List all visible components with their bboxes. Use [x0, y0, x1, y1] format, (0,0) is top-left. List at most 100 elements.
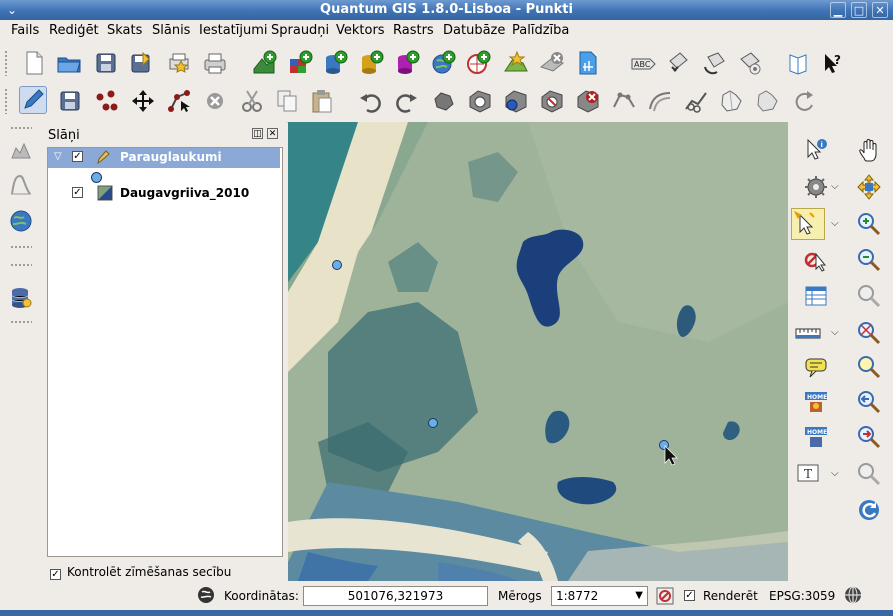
chevron-down-icon[interactable]: ⌵: [831, 327, 839, 338]
render-order-checkbox[interactable]: ✓: [50, 569, 61, 580]
undo-icon[interactable]: [357, 87, 385, 115]
print-icon[interactable]: [201, 49, 229, 77]
coordinates-field[interactable]: 501076,321973: [303, 586, 488, 606]
menu-iestatijumi[interactable]: Iestatījumi: [199, 23, 268, 38]
new-bookmark-icon[interactable]: HOME: [802, 388, 830, 416]
identify-icon[interactable]: i: [802, 136, 830, 164]
float-panel-icon[interactable]: ◫: [252, 128, 263, 139]
crs-globe-icon[interactable]: [843, 585, 863, 605]
delete-selected-icon[interactable]: [201, 87, 229, 115]
layer-visibility-checkbox[interactable]: ✓: [72, 151, 83, 162]
label-icon[interactable]: ABC: [629, 49, 657, 77]
menu-vektors[interactable]: Vektors: [336, 23, 385, 38]
text-annotation-icon[interactable]: T: [794, 460, 822, 488]
copy-features-icon[interactable]: [273, 87, 301, 115]
save-edits-icon[interactable]: [56, 87, 84, 115]
zoom-last-icon[interactable]: [855, 388, 883, 416]
layers-tree[interactable]: ▽ ✓ Parauglaukumi ✓ Daugavgriiva_2010: [47, 147, 283, 557]
crs-status[interactable]: EPSG:3059: [769, 589, 835, 603]
paste-features-icon[interactable]: [308, 87, 336, 115]
add-vector-layer-icon[interactable]: [250, 49, 278, 77]
database-icon[interactable]: [8, 285, 34, 311]
zoom-out-icon[interactable]: [855, 246, 883, 274]
layer-row[interactable]: ✓ Daugavgriiva_2010: [48, 184, 280, 204]
toolbar-grip[interactable]: [10, 263, 32, 267]
map-point[interactable]: [428, 418, 438, 428]
map-point[interactable]: [332, 260, 342, 270]
attribute-table-icon[interactable]: [802, 282, 830, 310]
menu-rastrs[interactable]: Rastrs: [393, 23, 434, 38]
zoom-to-layer-icon[interactable]: [855, 353, 883, 381]
redo-icon[interactable]: [392, 87, 420, 115]
toolbar-grip[interactable]: [4, 88, 8, 114]
rotate-point-symbols-icon[interactable]: [790, 87, 818, 115]
delete-part-icon[interactable]: [574, 87, 602, 115]
coordinate-toggle-icon[interactable]: [196, 585, 216, 605]
menu-slanis[interactable]: Slānis: [152, 23, 190, 38]
add-spatialite-layer-icon[interactable]: [357, 49, 385, 77]
new-print-composer-icon[interactable]: [165, 49, 193, 77]
offset-curve-icon[interactable]: [646, 87, 674, 115]
change-label-icon[interactable]: [736, 49, 764, 77]
maximize-icon[interactable]: □: [851, 2, 867, 18]
merge-features-icon[interactable]: [718, 87, 746, 115]
collapse-arrow-icon[interactable]: ▽: [54, 151, 62, 162]
menu-rediget[interactable]: Rediģēt: [49, 23, 99, 38]
toolbar-grip[interactable]: [4, 50, 8, 76]
open-project-icon[interactable]: [55, 49, 83, 77]
save-as-icon[interactable]: [127, 49, 155, 77]
cut-features-icon[interactable]: [238, 87, 266, 115]
actions-gear-icon[interactable]: [802, 173, 830, 201]
add-part-icon[interactable]: [502, 87, 530, 115]
rotate-label-icon[interactable]: [700, 49, 728, 77]
toolbar-grip[interactable]: [10, 126, 32, 130]
zoom-actual-icon[interactable]: [855, 460, 883, 488]
node-tool-icon[interactable]: [165, 87, 193, 115]
new-spatialite-layer-icon[interactable]: [574, 49, 602, 77]
add-ring-icon[interactable]: [466, 87, 494, 115]
help-book-icon[interactable]: [784, 49, 812, 77]
move-label-icon[interactable]: [664, 49, 692, 77]
select-features-icon[interactable]: [791, 208, 825, 240]
add-mssql-layer-icon[interactable]: [393, 49, 421, 77]
menu-spraudni[interactable]: Spraudņi: [271, 23, 329, 38]
save-project-icon[interactable]: [92, 49, 120, 77]
new-shapefile-icon[interactable]: [502, 49, 530, 77]
add-wms-layer-icon[interactable]: [429, 49, 457, 77]
whats-this-icon[interactable]: ?: [819, 49, 847, 77]
toolbar-grip[interactable]: [10, 320, 32, 324]
menu-fails[interactable]: Fails: [11, 23, 39, 38]
close-icon[interactable]: ✕: [872, 2, 888, 18]
add-postgis-layer-icon[interactable]: [321, 49, 349, 77]
show-bookmarks-icon[interactable]: HOME: [802, 423, 830, 451]
layer-row[interactable]: ▽ ✓ Parauglaukumi: [48, 148, 280, 168]
georeferencer-icon[interactable]: [8, 208, 34, 234]
pan-icon[interactable]: [855, 136, 883, 164]
minimize-icon[interactable]: ▁: [830, 2, 846, 18]
chevron-down-icon[interactable]: ⌵: [831, 218, 839, 229]
chevron-down-icon[interactable]: ⌵: [831, 468, 839, 479]
split-features-icon[interactable]: [682, 87, 710, 115]
toolbar-grip[interactable]: [10, 245, 32, 249]
coordinate-capture-icon[interactable]: [8, 138, 34, 164]
reshape-features-icon[interactable]: [610, 87, 638, 115]
menu-palidziba[interactable]: Palīdzība: [512, 23, 569, 38]
new-project-icon[interactable]: [20, 49, 48, 77]
render-checkbox[interactable]: ✓: [684, 590, 695, 601]
chevron-down-icon[interactable]: ⌵: [831, 181, 839, 192]
remove-layer-icon[interactable]: [538, 49, 566, 77]
zoom-full-icon[interactable]: [855, 319, 883, 347]
scale-combobox[interactable]: 1:8772 ▼: [551, 586, 648, 606]
add-raster-layer-icon[interactable]: [286, 49, 314, 77]
merge-attributes-icon[interactable]: [754, 87, 782, 115]
map-canvas[interactable]: [288, 122, 788, 581]
zoom-to-selection-icon[interactable]: [855, 282, 883, 310]
add-feature-icon[interactable]: [92, 87, 120, 115]
map-tips-icon[interactable]: [802, 353, 830, 381]
move-feature-icon[interactable]: [129, 87, 157, 115]
stop-rendering-icon[interactable]: [656, 587, 674, 605]
zoom-in-icon[interactable]: [855, 210, 883, 238]
chevron-down-icon[interactable]: ▼: [635, 587, 643, 605]
add-wfs-layer-icon[interactable]: [464, 49, 492, 77]
refresh-icon[interactable]: [855, 496, 883, 524]
